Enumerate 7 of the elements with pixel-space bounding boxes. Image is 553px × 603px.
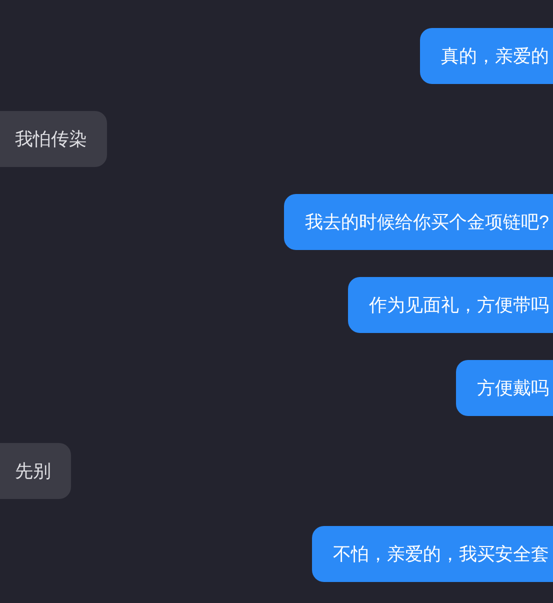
message-bubble: 我去的时候给你买个金项链吧? (284, 194, 553, 250)
message-bubble: 不怕，亲爱的，我买安全套 (312, 526, 553, 582)
message-bubble: 方便戴吗 (456, 360, 553, 416)
message-bubble: 作为见面礼，方便带吗 (348, 277, 553, 333)
message-bubble: 先别 (0, 443, 71, 499)
message-bubble: 我怕传染 (0, 111, 107, 167)
message-bubble: 真的，亲爱的 (420, 28, 553, 84)
